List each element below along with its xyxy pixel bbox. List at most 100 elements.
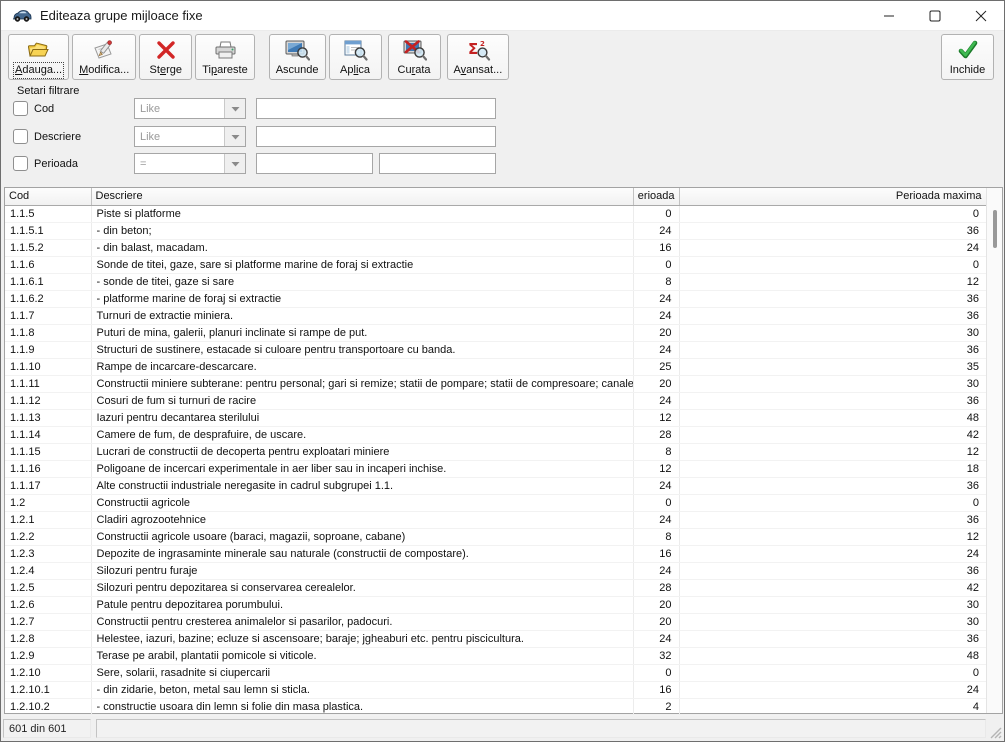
- table-row[interactable]: 1.2.10Sere, solarii, rasadnite si ciuper…: [5, 664, 986, 681]
- table-row[interactable]: 1.2.5Silozuri pentru depozitarea si cons…: [5, 579, 986, 596]
- table-row[interactable]: 1.2.8Helestee, iazuri, bazine; ecluze si…: [5, 630, 986, 647]
- column-header-perioada[interactable]: Perioada: [633, 188, 679, 205]
- cell-perioada-maxima: 42: [679, 426, 986, 443]
- hide-button[interactable]: Ascunde: [269, 34, 326, 80]
- table-row[interactable]: 1.1.12Cosuri de fum si turnuri de racire…: [5, 392, 986, 409]
- maximize-button[interactable]: [912, 1, 958, 31]
- print-button[interactable]: Tipareste: [195, 34, 254, 80]
- add-button[interactable]: Adauga...: [8, 34, 69, 80]
- table-row[interactable]: 1.1.5.2- din balast, macadam.1624: [5, 239, 986, 256]
- descriere-filter-input[interactable]: [256, 126, 496, 147]
- clear-button-label: Curata: [398, 64, 431, 77]
- cell-perioada-maxima: 30: [679, 324, 986, 341]
- descriere-operator-select[interactable]: Like: [134, 126, 246, 147]
- cell-cod: 1.2.9: [5, 647, 91, 664]
- hide-button-label: Ascunde: [276, 64, 319, 77]
- descriere-filter-checkbox[interactable]: [13, 129, 28, 144]
- cell-perioada: 20: [633, 324, 679, 341]
- statusbar: 601 din 601: [1, 716, 1004, 741]
- cell-cod: 1.1.11: [5, 375, 91, 392]
- cell-descriere: Lucrari de constructii de decoperta pent…: [91, 443, 633, 460]
- table-row[interactable]: 1.1.9Structuri de sustinere, estacade si…: [5, 341, 986, 358]
- cell-descriere: Helestee, iazuri, bazine; ecluze si asce…: [91, 630, 633, 647]
- table-row[interactable]: 1.1.6.2- platforme marine de foraj si ex…: [5, 290, 986, 307]
- cell-cod: 1.1.12: [5, 392, 91, 409]
- table-row[interactable]: 1.1.16Poligoane de incercari experimenta…: [5, 460, 986, 477]
- table-row[interactable]: 1.1.11Constructii miniere subterane: pen…: [5, 375, 986, 392]
- perioada-filter-input-from[interactable]: [256, 153, 373, 174]
- apply-button[interactable]: Aplica: [329, 34, 382, 80]
- cell-perioada-maxima: 36: [679, 341, 986, 358]
- table-row[interactable]: 1.2.1Cladiri agrozootehnice2436: [5, 511, 986, 528]
- vertical-scrollbar[interactable]: [986, 188, 1002, 713]
- resize-grip[interactable]: [988, 725, 1002, 739]
- cell-perioada-maxima: 36: [679, 290, 986, 307]
- table-row[interactable]: 1.1.10Rampe de incarcare-descarcare.2535: [5, 358, 986, 375]
- cell-perioada-maxima: 36: [679, 392, 986, 409]
- column-header-cod[interactable]: Cod: [5, 188, 91, 205]
- table-row[interactable]: 1.2.6Patule pentru depozitarea porumbulu…: [5, 596, 986, 613]
- table-row[interactable]: 1.2.2Constructii agricole usoare (baraci…: [5, 528, 986, 545]
- cell-cod: 1.1.8: [5, 324, 91, 341]
- cell-descriere: - din balast, macadam.: [91, 239, 633, 256]
- table-row[interactable]: 1.1.17Alte constructii industriale nereg…: [5, 477, 986, 494]
- cell-perioada: 0: [633, 664, 679, 681]
- table-row[interactable]: 1.1.5.1- din beton;2436: [5, 222, 986, 239]
- cell-perioada-maxima: 12: [679, 528, 986, 545]
- table-row[interactable]: 1.1.7Turnuri de extractie miniera.2436: [5, 307, 986, 324]
- cell-perioada-maxima: 30: [679, 596, 986, 613]
- perioada-operator-select[interactable]: =: [134, 153, 246, 174]
- cod-filter-checkbox[interactable]: [13, 101, 28, 116]
- close-dialog-button[interactable]: Inchide: [941, 34, 994, 80]
- table-row[interactable]: 1.1.14Camere de fum, de desprafuire, de …: [5, 426, 986, 443]
- table-row[interactable]: 1.1.6.1- sonde de titei, gaze si sare812: [5, 273, 986, 290]
- close-window-button[interactable]: [958, 1, 1004, 31]
- cod-operator-select[interactable]: Like: [134, 98, 246, 119]
- cell-perioada: 12: [633, 460, 679, 477]
- cell-descriere: Piste si platforme: [91, 205, 633, 222]
- minimize-button[interactable]: [866, 1, 912, 31]
- table-row[interactable]: 1.1.15Lucrari de constructii de decopert…: [5, 443, 986, 460]
- perioada-filter-input-to[interactable]: [379, 153, 496, 174]
- modify-button[interactable]: Modifica...: [72, 34, 136, 80]
- svg-text:Σ: Σ: [468, 40, 478, 58]
- table-row[interactable]: 1.1.13Iazuri pentru decantarea sterilulu…: [5, 409, 986, 426]
- table-row[interactable]: 1.2.10.1- din zidarie, beton, metal sau …: [5, 681, 986, 698]
- table-row[interactable]: 1.2.9Terase pe arabil, plantatii pomicol…: [5, 647, 986, 664]
- table-row[interactable]: 1.2.4Silozuri pentru furaje2436: [5, 562, 986, 579]
- column-header-descriere[interactable]: Descriere: [91, 188, 633, 205]
- table-row[interactable]: 1.2.3Depozite de ingrasaminte minerale s…: [5, 545, 986, 562]
- perioada-filter-checkbox[interactable]: [13, 156, 28, 171]
- cell-descriere: Constructii agricole: [91, 494, 633, 511]
- cell-cod: 1.2.7: [5, 613, 91, 630]
- descriere-filter-label: Descriere: [34, 131, 81, 143]
- cell-perioada-maxima: 12: [679, 443, 986, 460]
- table-row[interactable]: 1.2Constructii agricole00: [5, 494, 986, 511]
- cell-descriere: Cosuri de fum si turnuri de racire: [91, 392, 633, 409]
- table-row[interactable]: 1.2.10.2- constructie usoara din lemn si…: [5, 698, 986, 715]
- column-header-perioada-maxima[interactable]: Perioada maxima: [679, 188, 986, 205]
- cell-cod: 1.1.7: [5, 307, 91, 324]
- cell-perioada-maxima: 30: [679, 613, 986, 630]
- cell-cod: 1.2.1: [5, 511, 91, 528]
- cell-cod: 1.1.17: [5, 477, 91, 494]
- cell-descriere: Sere, solarii, rasadnite si ciupercarii: [91, 664, 633, 681]
- dialog-window: Editeaza grupe mijloace fixe Adauga: [0, 0, 1005, 742]
- scrollbar-thumb[interactable]: [993, 210, 997, 248]
- table-row[interactable]: 1.2.7Constructii pentru cresterea animal…: [5, 613, 986, 630]
- cell-cod: 1.2.3: [5, 545, 91, 562]
- cell-perioada: 12: [633, 409, 679, 426]
- table-row[interactable]: 1.1.6Sonde de titei, gaze, sare si platf…: [5, 256, 986, 273]
- cell-perioada: 24: [633, 477, 679, 494]
- cell-cod: 1.1.6.1: [5, 273, 91, 290]
- clear-button[interactable]: Curata: [388, 34, 441, 80]
- cell-descriere: Rampe de incarcare-descarcare.: [91, 358, 633, 375]
- cell-perioada: 24: [633, 222, 679, 239]
- delete-button[interactable]: Sterge: [139, 34, 192, 80]
- table-row[interactable]: 1.1.8Puturi de mina, galerii, planuri in…: [5, 324, 986, 341]
- advanced-button[interactable]: Σ 2 Avansat...: [447, 34, 510, 80]
- table-row[interactable]: 1.1.5Piste si platforme00: [5, 205, 986, 222]
- cell-descriere: Camere de fum, de desprafuire, de uscare…: [91, 426, 633, 443]
- cell-descriere: Constructii agricole usoare (baraci, mag…: [91, 528, 633, 545]
- cod-filter-input[interactable]: [256, 98, 496, 119]
